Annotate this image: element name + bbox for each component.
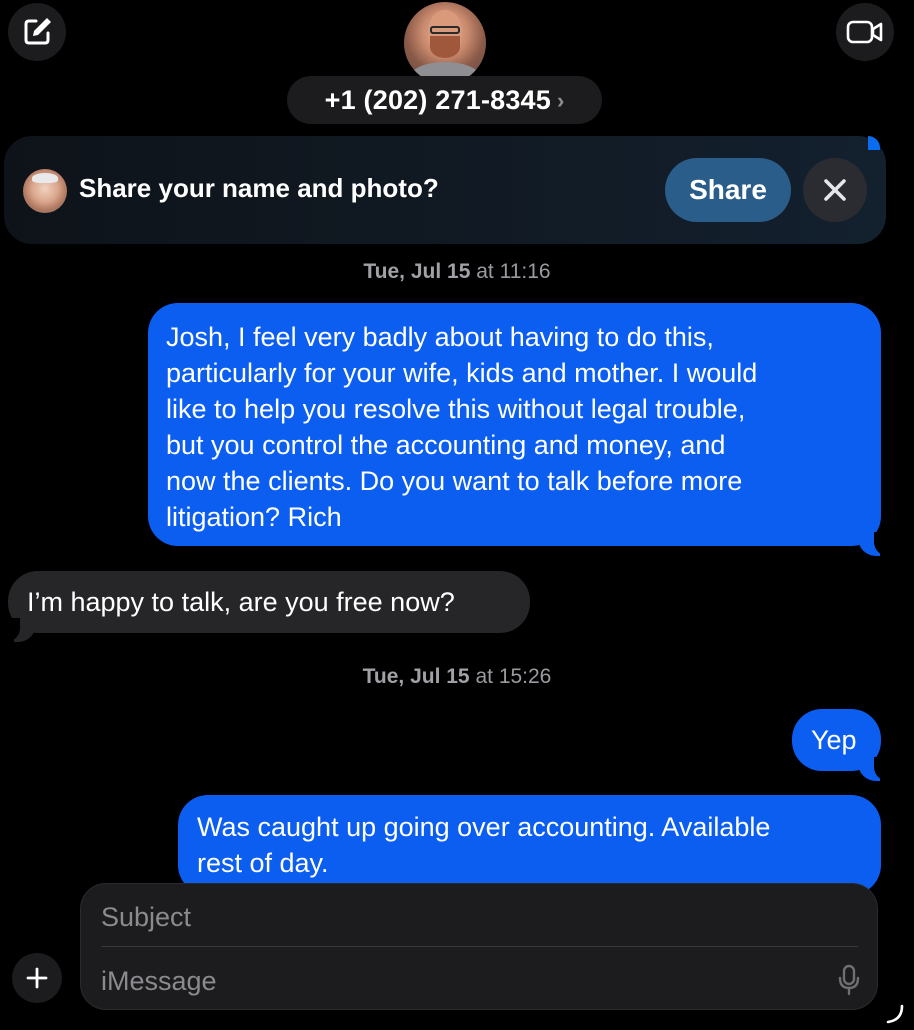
timestamp-at: at	[475, 665, 493, 688]
share-button[interactable]: Share	[665, 158, 791, 222]
message-line: particularly for your wife, kids and mot…	[166, 358, 758, 388]
contact-avatar[interactable]	[404, 2, 486, 84]
contact-phone-number: +1 (202) 271-8345	[324, 84, 551, 115]
message-line: but you control the accounting and money…	[166, 430, 726, 460]
dismiss-banner-button[interactable]	[803, 158, 867, 222]
video-camera-icon	[846, 20, 883, 44]
share-name-photo-banner: Share your name and photo? Share	[4, 136, 886, 244]
bubble-tail	[858, 532, 890, 556]
timestamp-at: at	[476, 260, 494, 283]
timestamp-day: Tue, Jul 15	[362, 665, 470, 688]
message-line: litigation? Rich	[166, 502, 342, 532]
facetime-video-button[interactable]	[836, 3, 894, 61]
subject-input[interactable]	[101, 894, 841, 940]
message-line: rest of day.	[197, 848, 329, 878]
message-line: now the clients. Do you want to talk bef…	[166, 466, 743, 496]
timestamp-time: 11:16	[499, 260, 551, 283]
chevron-right-icon: ›	[557, 87, 565, 113]
message-line: Josh, I feel very badly about having to …	[166, 322, 714, 352]
message-line: like to help you resolve this without le…	[166, 394, 746, 424]
timestamp-day: Tue, Jul 15	[363, 260, 471, 283]
bubble-tail	[858, 757, 890, 781]
apps-plus-button[interactable]	[12, 953, 62, 1003]
message-timestamp: Tue, Jul 15 at 11:16	[0, 260, 914, 284]
bubble-tail	[4, 618, 36, 642]
compose-field	[80, 883, 878, 1010]
message-line: Was caught up going over accounting. Ava…	[197, 812, 771, 842]
close-icon	[824, 179, 846, 201]
messages-screen: +1 (202) 271-8345 › Share your name and …	[0, 0, 914, 1030]
banner-accent	[868, 136, 880, 150]
plus-icon	[26, 967, 48, 989]
share-prompt-text: Share your name and photo?	[79, 173, 439, 203]
imessage-input[interactable]	[101, 958, 841, 1004]
compose-divider	[101, 946, 858, 947]
my-avatar-hair	[32, 173, 58, 183]
microphone-icon[interactable]	[837, 964, 861, 996]
avatar-glasses	[430, 26, 460, 34]
outgoing-message-bubble[interactable]: Was caught up going over accounting. Ava…	[178, 795, 881, 895]
avatar-beard	[430, 36, 460, 58]
message-line: Yep	[811, 725, 857, 755]
compose-button[interactable]	[8, 3, 66, 61]
timestamp-time: 15:26	[498, 665, 552, 688]
message-timestamp: Tue, Jul 15 at 15:26	[0, 665, 914, 689]
screen-corner-mark	[886, 1004, 904, 1024]
message-line: I’m happy to talk, are you free now?	[27, 587, 455, 617]
compose-icon	[24, 18, 51, 45]
contact-name-pill[interactable]: +1 (202) 271-8345 ›	[287, 76, 602, 124]
incoming-message-bubble[interactable]: I’m happy to talk, are you free now?	[8, 571, 530, 633]
my-avatar	[23, 169, 67, 213]
outgoing-message-bubble[interactable]: Josh, I feel very badly about having to …	[148, 303, 881, 546]
